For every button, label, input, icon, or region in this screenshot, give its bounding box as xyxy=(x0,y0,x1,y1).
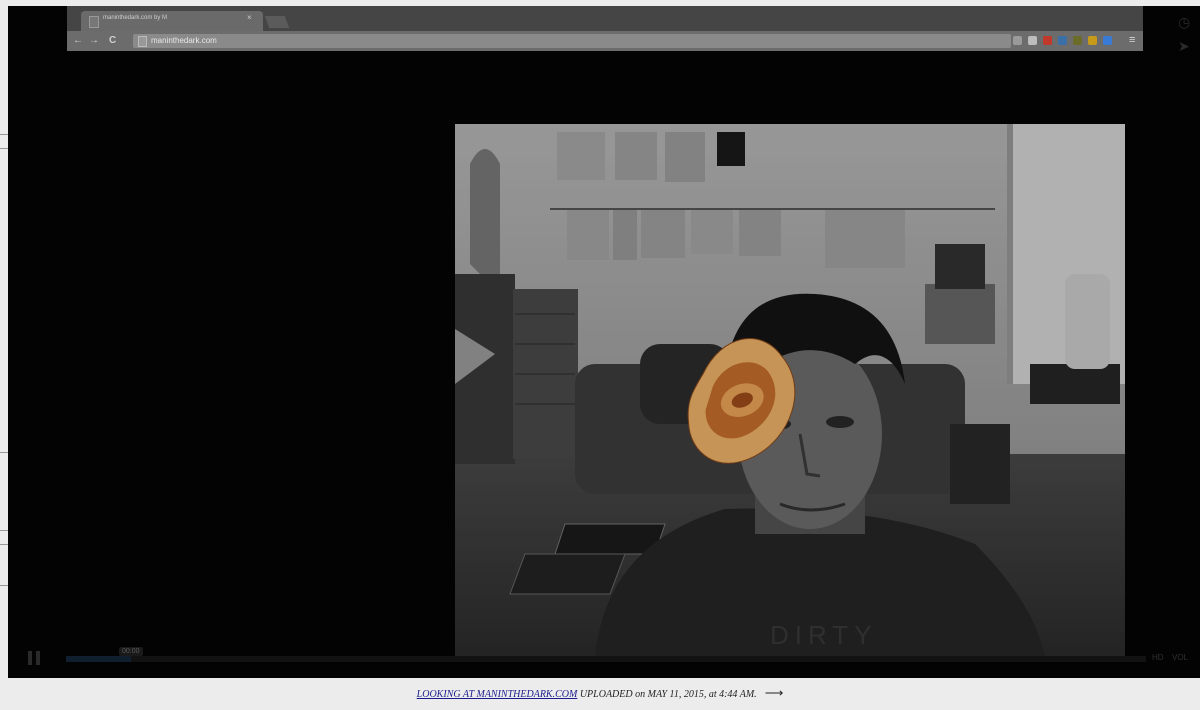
share-icon[interactable]: ➤ xyxy=(1178,38,1190,55)
address-url: maninthedark.com xyxy=(151,36,217,45)
video-frame[interactable]: DIRTY xyxy=(455,124,1125,658)
progress-fill xyxy=(66,656,131,662)
evernote-icon[interactable] xyxy=(1073,36,1082,45)
page-icon xyxy=(138,36,147,47)
webcam-scene: DIRTY xyxy=(455,124,1125,658)
caption-date: MAY 11, 2015, at 4:44 AM. xyxy=(647,689,757,700)
close-icon[interactable]: × xyxy=(247,13,252,22)
tab-strip: maninthedark.com by M × xyxy=(67,6,1143,31)
adblock-icon[interactable] xyxy=(1043,36,1052,45)
pause-icon[interactable] xyxy=(26,651,42,665)
menu-icon[interactable]: ≡ xyxy=(1129,34,1135,46)
forward-arrow-icon[interactable]: → xyxy=(89,35,99,47)
page-icon xyxy=(89,16,99,28)
back-arrow-icon[interactable]: ← xyxy=(73,35,83,47)
progress-bar[interactable] xyxy=(66,656,1146,662)
tampermonkey-icon[interactable] xyxy=(1103,36,1112,45)
next-arrow-icon[interactable]: ⟶ xyxy=(765,685,784,700)
star-icon[interactable] xyxy=(1028,36,1037,45)
image-icon[interactable] xyxy=(1013,36,1022,45)
caption-link[interactable]: LOOKING AT MANINTHEDARK.COM xyxy=(417,689,578,700)
elapsed-time: 00:00 xyxy=(119,647,143,656)
address-bar[interactable]: maninthedark.com xyxy=(133,34,1011,48)
volume-icon[interactable]: VOL xyxy=(1172,653,1188,662)
clock-icon[interactable]: ◷ xyxy=(1178,14,1190,31)
ghostery-icon[interactable] xyxy=(1058,36,1067,45)
tab-title: maninthedark.com by M xyxy=(103,15,168,21)
browser-window: maninthedark.com by M × ← → C manintheda… xyxy=(67,6,1143,51)
caption-middle: UPLOADED on xyxy=(577,689,648,700)
reload-icon[interactable]: C xyxy=(109,35,116,47)
hd-toggle[interactable]: HD xyxy=(1152,653,1164,662)
video-player[interactable]: maninthedark.com by M × ← → C manintheda… xyxy=(0,0,1200,678)
browser-tab[interactable]: maninthedark.com by M × xyxy=(81,11,263,31)
new-tab-button[interactable] xyxy=(264,16,290,28)
pocket-icon[interactable] xyxy=(1088,36,1097,45)
browser-toolbar: ← → C maninthedark.com ≡ xyxy=(67,31,1143,51)
video-caption: LOOKING AT MANINTHEDARK.COM UPLOADED on … xyxy=(0,678,1200,706)
left-border xyxy=(0,0,8,678)
